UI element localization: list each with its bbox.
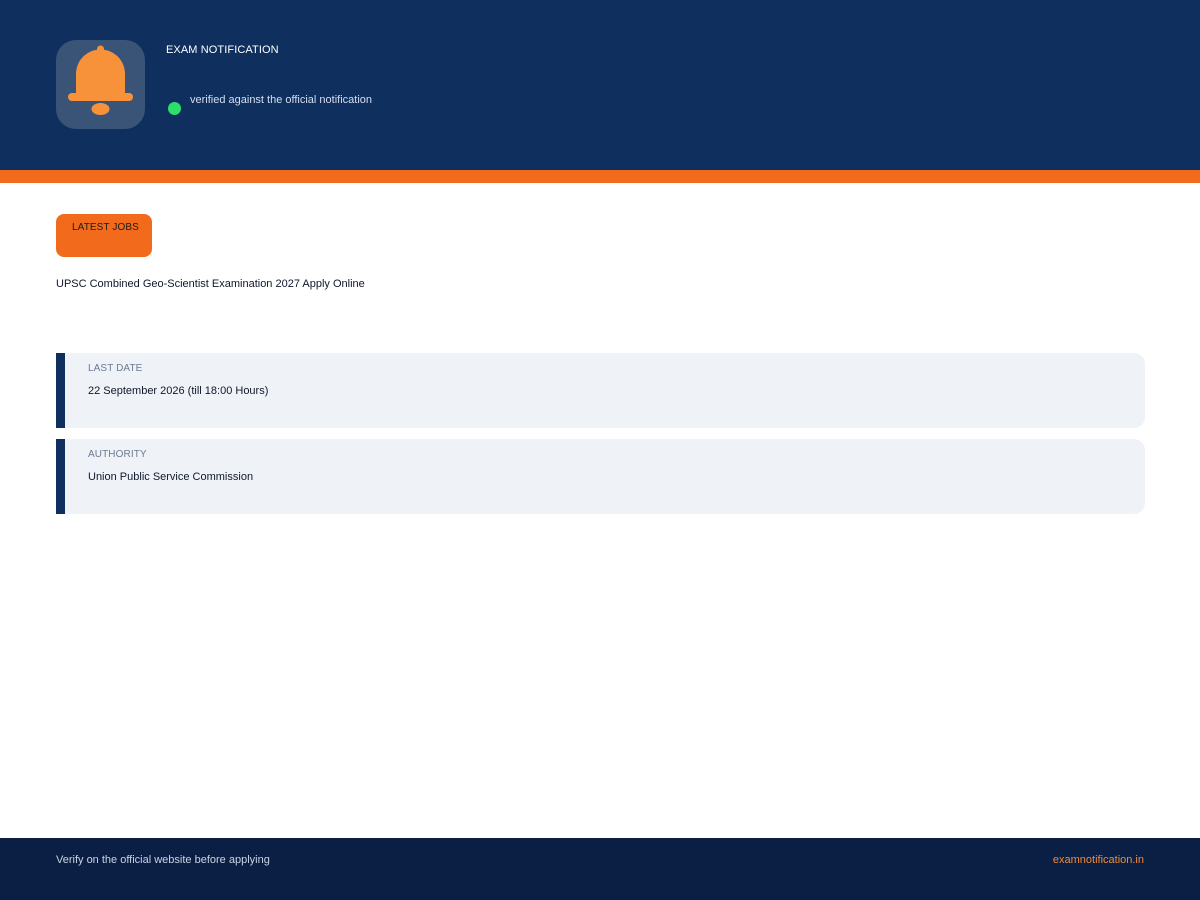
accent-divider	[0, 170, 1200, 183]
page: EXAM NOTIFICATION verified against the o…	[0, 0, 1200, 900]
site-title: EXAM NOTIFICATION	[166, 44, 279, 56]
footer: Verify on the official website before ap…	[0, 838, 1200, 900]
footer-site-link[interactable]: examnotification.in	[1053, 854, 1144, 866]
verified-indicator	[168, 102, 181, 115]
info-card-label: LAST DATE	[88, 363, 143, 374]
info-card-label: AUTHORITY	[88, 449, 147, 460]
job-title: UPSC Combined Geo-Scientist Examination …	[56, 278, 365, 290]
footer-note: Verify on the official website before ap…	[56, 854, 270, 866]
header: EXAM NOTIFICATION verified against the o…	[0, 0, 1200, 170]
category-badge[interactable]: LATEST JOBS	[56, 214, 152, 257]
info-card-value: 22 September 2026 (till 18:00 Hours)	[88, 385, 269, 397]
logo	[56, 40, 145, 129]
card-stripe	[56, 353, 65, 428]
card-stripe	[56, 439, 65, 514]
info-card-value: Union Public Service Commission	[88, 471, 254, 483]
info-card-last-date: LAST DATE 22 September 2026 (till 18:00 …	[56, 353, 1145, 428]
verified-text: verified against the official notificati…	[190, 94, 373, 106]
info-card-authority: AUTHORITY Union Public Service Commissio…	[56, 439, 1145, 514]
category-label: LATEST JOBS	[72, 222, 139, 233]
bell-icon	[68, 45, 133, 115]
